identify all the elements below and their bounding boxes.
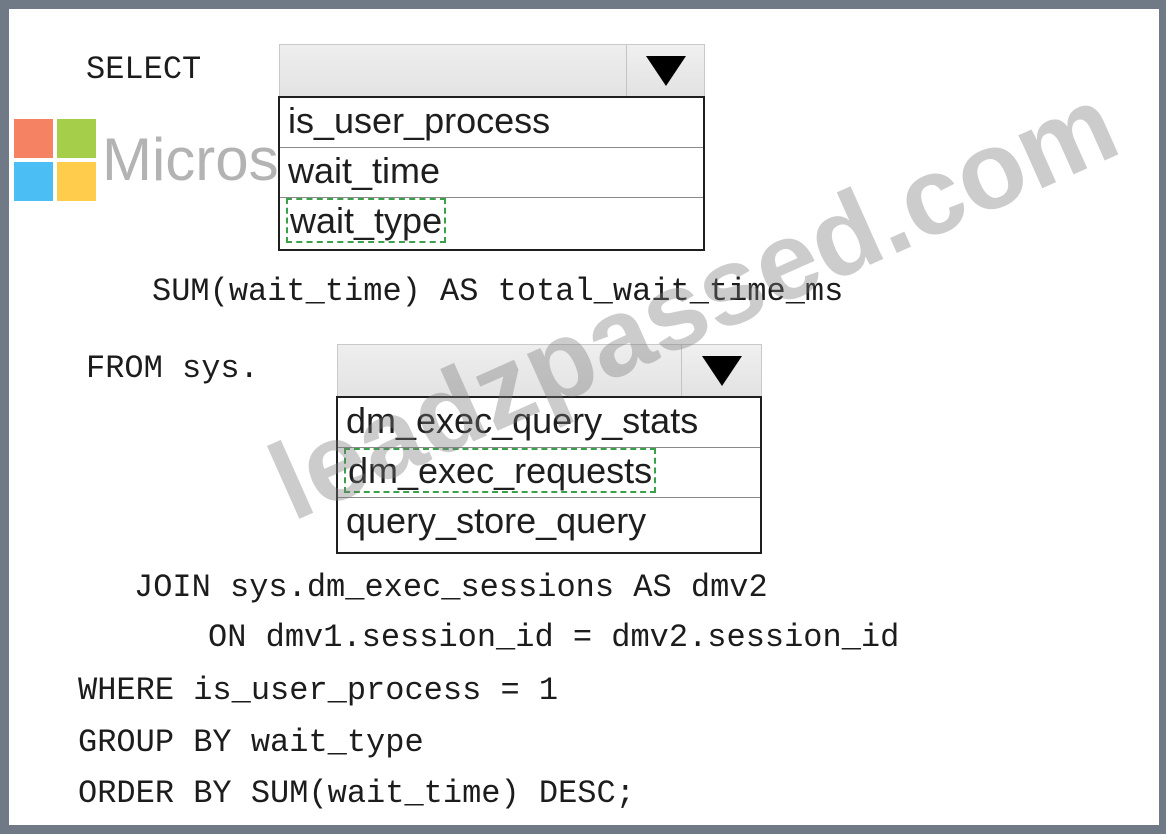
from-option-dm-exec-query-stats[interactable]: dm_exec_query_stats [338, 398, 760, 448]
from-dropdown-button[interactable] [681, 345, 761, 397]
from-keyword: FROM sys. [86, 350, 259, 387]
from-view-dropdown[interactable] [337, 344, 762, 398]
triangle-down-icon [701, 356, 742, 386]
sum-line: SUM(wait_time) AS total_wait_time_ms [152, 273, 844, 310]
select-keyword: SELECT [86, 51, 202, 88]
where-line: WHERE is_user_process = 1 [78, 672, 559, 709]
group-by-line: GROUP BY wait_type [78, 724, 424, 761]
select-dropdown-button[interactable] [626, 45, 704, 97]
from-options-list: dm_exec_query_stats dm_exec_requests que… [336, 396, 762, 554]
from-option-dm-exec-requests[interactable]: dm_exec_requests [338, 448, 760, 498]
select-option-wait-time[interactable]: wait_time [280, 148, 703, 198]
on-line: ON dmv1.session_id = dmv2.session_id [208, 619, 900, 656]
select-options-list: is_user_process wait_time wait_type [278, 96, 705, 251]
microsoft-logo-icon [14, 119, 96, 201]
select-column-dropdown[interactable] [279, 44, 705, 98]
order-by-line: ORDER BY SUM(wait_time) DESC; [78, 775, 635, 812]
select-option-wait-type[interactable]: wait_type [280, 198, 703, 248]
select-option-is-user-process[interactable]: is_user_process [280, 98, 703, 148]
triangle-down-icon [645, 56, 686, 86]
from-option-query-store-query[interactable]: query_store_query [338, 498, 760, 548]
join-line: JOIN sys.dm_exec_sessions AS dmv2 [134, 569, 768, 606]
